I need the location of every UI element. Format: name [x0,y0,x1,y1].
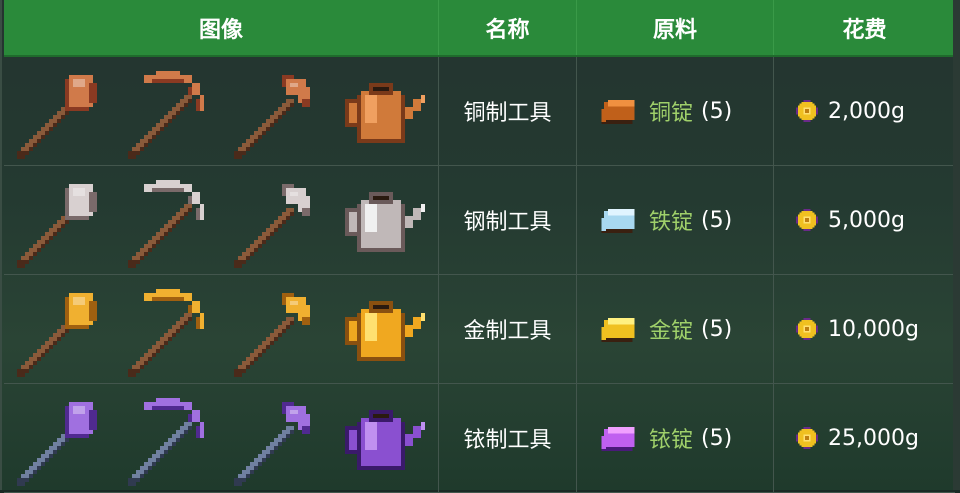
tool-upgrade-table: 图像 名称 原料 花费 铜制工具 铜锭 (5) 2,000g 钢制工具 铁锭 (5) 5,00… [0,0,955,493]
gold-bar-icon [601,318,635,343]
copper-pickaxe-icon [127,71,204,159]
cost-cell: 10,000g [774,275,955,383]
material-name: 铁锭 [649,210,694,235]
material-cell: 铱锭 (5) [577,384,774,492]
material-cell: 铜锭 (5) [577,57,774,165]
material-quantity: (5) [701,98,733,124]
gold-axe-icon [17,293,98,377]
tool-name: 铱制工具 [439,384,577,492]
gold-pickaxe-icon [127,289,204,377]
header-materials: 原料 [577,0,774,55]
gold-watering-can-icon [344,301,425,361]
iridium-pickaxe-icon [127,398,204,486]
steel-watering-can-icon [344,192,425,252]
tool-images-cell [4,166,439,274]
material-quantity: (5) [701,207,733,233]
tool-images-cell [4,57,439,165]
table-row: 钢制工具 铁锭 (5) 5,000g [4,166,955,275]
iridium-hoe-icon [234,402,311,486]
cost-cell: 2,000g [774,57,955,165]
iron-bar-icon [601,209,635,234]
tool-name: 金制工具 [439,275,577,383]
copper-watering-can-icon [344,83,425,143]
material-cell: 金锭 (5) [577,275,774,383]
material-name: 铜锭 [649,101,694,126]
steel-pickaxe-icon [127,180,204,268]
copper-hoe-icon [234,75,311,159]
steel-hoe-icon [234,184,311,268]
gold-coin-icon [796,427,818,449]
gold-coin-icon [796,318,818,340]
cost-cell: 5,000g [774,166,955,274]
material-quantity: (5) [701,316,733,342]
cost-value: 2,000g [828,98,905,124]
table-row: 铱制工具 铱锭 (5) 25,000g [4,384,955,493]
header-cost: 花费 [842,17,887,43]
gold-coin-icon [796,100,818,122]
tool-images-cell [4,384,439,492]
table-header: 图像 名称 原料 花费 [4,0,955,57]
iridium-axe-icon [17,402,98,486]
steel-axe-icon [17,184,98,268]
tool-images-cell [4,275,439,383]
cost-value: 25,000g [828,425,919,451]
material-name: 金锭 [649,319,694,344]
cost-value: 5,000g [828,207,905,233]
tool-name: 钢制工具 [439,166,577,274]
cost-value: 10,000g [828,316,919,342]
material-quantity: (5) [701,425,733,451]
gold-coin-icon [796,209,818,231]
iridium-bar-icon [601,427,635,452]
scrollbar[interactable] [953,0,960,490]
material-name: 铱锭 [649,428,694,453]
header-image: 图像 [4,0,439,55]
gold-hoe-icon [234,293,311,377]
cost-cell: 25,000g [774,384,955,492]
tool-name: 铜制工具 [439,57,577,165]
table-row: 铜制工具 铜锭 (5) 2,000g [4,57,955,166]
material-cell: 铁锭 (5) [577,166,774,274]
iridium-watering-can-icon [344,410,425,470]
copper-axe-icon [17,75,98,159]
header-name: 名称 [439,0,577,55]
copper-bar-icon [601,100,635,125]
table-row: 金制工具 金锭 (5) 10,000g [4,275,955,384]
